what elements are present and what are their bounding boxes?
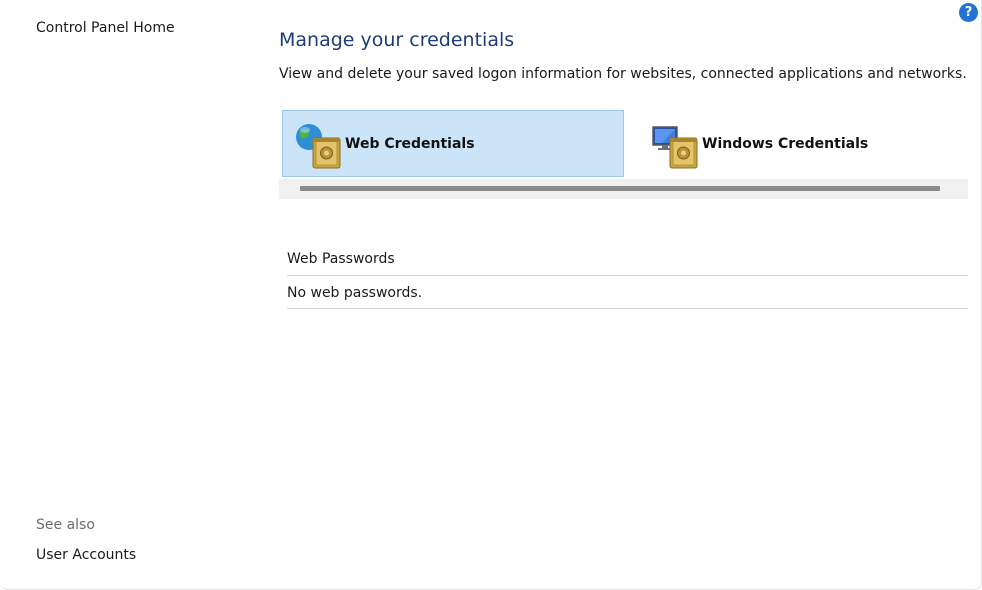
see-also-label: See also xyxy=(36,517,95,533)
page-description: View and delete your saved logon informa… xyxy=(279,66,967,82)
horizontal-scrollbar[interactable] xyxy=(300,186,940,191)
empty-message: No web passwords. xyxy=(287,285,423,301)
list-divider xyxy=(287,308,968,309)
windows-credentials-icon xyxy=(650,118,702,170)
web-credentials-icon xyxy=(293,118,345,170)
windows-credentials-label: Windows Credentials xyxy=(702,135,869,152)
web-credentials-label: Web Credentials xyxy=(345,135,475,152)
web-credentials-tile[interactable]: Web Credentials xyxy=(282,110,624,177)
help-icon[interactable]: ? xyxy=(959,3,978,22)
tile-strip xyxy=(279,179,968,199)
web-passwords-header: Web Passwords xyxy=(287,251,395,267)
windows-credentials-tile[interactable]: Windows Credentials xyxy=(640,110,960,177)
credential-manager-window: Control Panel Home See also User Account… xyxy=(0,0,982,590)
control-panel-home-link[interactable]: Control Panel Home xyxy=(36,20,175,36)
page-title: Manage your credentials xyxy=(279,29,515,51)
user-accounts-link[interactable]: User Accounts xyxy=(36,547,136,563)
section-divider xyxy=(287,275,968,276)
